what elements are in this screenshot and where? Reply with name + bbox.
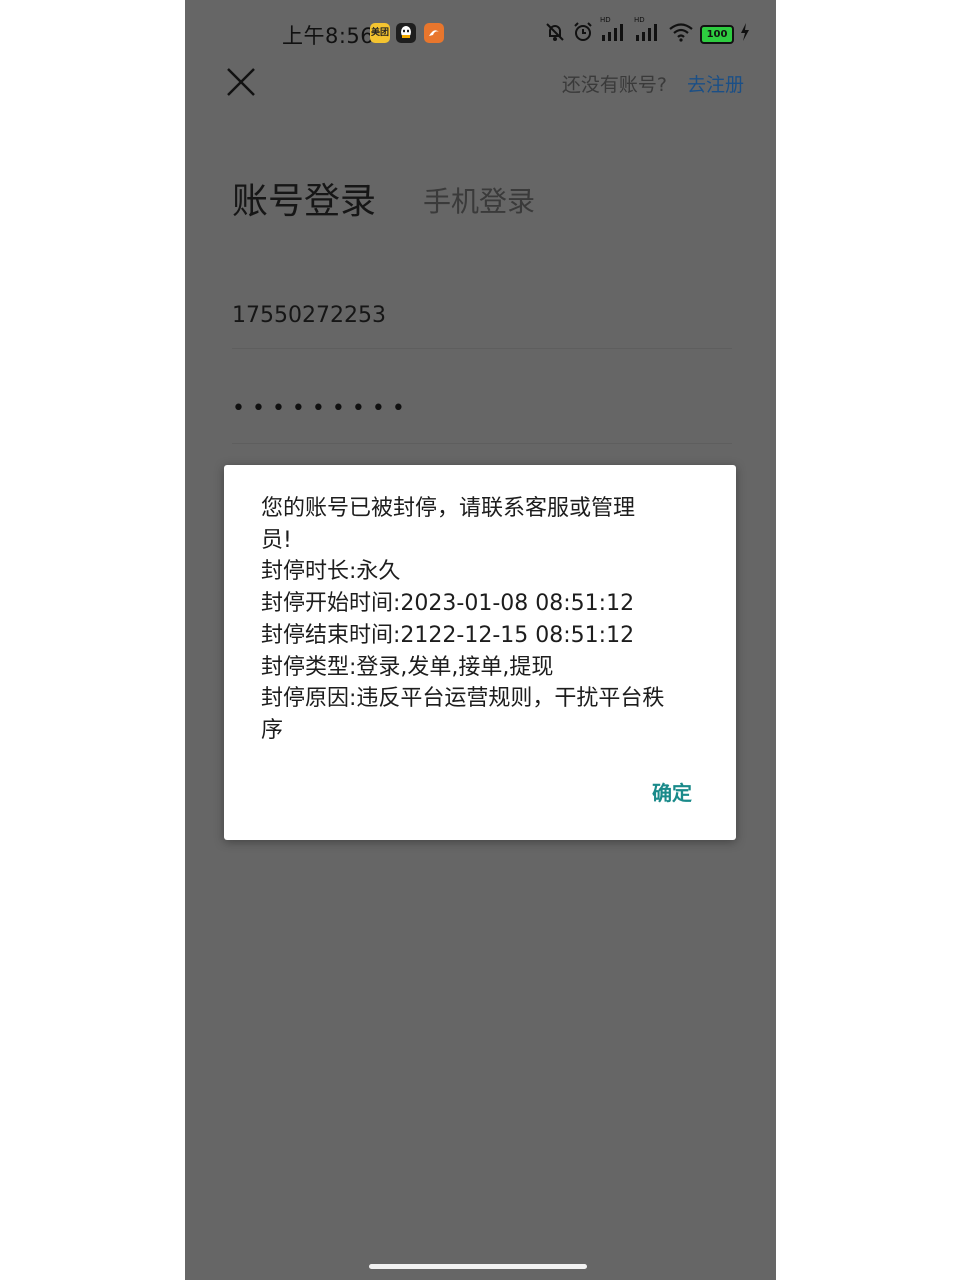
home-indicator[interactable] <box>369 1264 587 1269</box>
phone-screen: 上午8:56 美团 HD HD 100 还没有账号? 去注册 账号登录 手机登录… <box>185 0 776 1280</box>
password-input[interactable]: ••••••••• <box>232 393 732 444</box>
uc-browser-icon <box>424 23 444 43</box>
meituan-icon: 美团 <box>370 23 390 43</box>
qq-icon <box>396 23 416 43</box>
tab-account-login[interactable]: 账号登录 <box>232 172 376 224</box>
status-right-icons: HD HD 100 <box>544 16 750 47</box>
dialog-line: 您的账号已被封停，请联系客服或管理 <box>261 496 636 521</box>
dialog-line: 封停结束时间:2122-12-15 08:51:12 <box>261 622 635 648</box>
dialog-line: 封停时长:永久 <box>261 559 401 585</box>
dialog-line: 序 <box>261 717 284 743</box>
charging-icon <box>740 23 750 45</box>
dialog-line: 封停开始时间:2023-01-08 08:51:12 <box>261 591 635 617</box>
confirm-button[interactable]: 确定 <box>652 777 692 806</box>
hd-label: HD <box>634 16 645 24</box>
tab-phone-login[interactable]: 手机登录 <box>423 180 535 220</box>
account-input[interactable]: 17550272253 <box>232 300 732 349</box>
status-time: 上午8:56 <box>282 24 375 48</box>
mute-icon <box>544 21 566 47</box>
register-prompt: 还没有账号? 去注册 <box>562 70 744 97</box>
dialog-message: 您的账号已被封停，请联系客服或管理 员! 封停时长:永久 封停开始时间:2023… <box>261 493 706 747</box>
dialog-line: 封停原因:违反平台运营规则，干扰平台秩 <box>261 686 665 712</box>
battery-icon: 100 <box>700 24 734 44</box>
dialog-line: 员! <box>261 527 292 553</box>
status-bar: 上午8:56 美团 HD HD 100 <box>185 0 776 66</box>
signal-icon: HD <box>634 16 662 46</box>
alarm-icon <box>572 21 594 47</box>
wifi-icon <box>668 22 694 46</box>
signal-icon: HD <box>600 16 628 46</box>
hd-label: HD <box>600 16 611 24</box>
suspension-dialog: 您的账号已被封停，请联系客服或管理 员! 封停时长:永久 封停开始时间:2023… <box>224 465 736 840</box>
no-account-text: 还没有账号? <box>561 74 667 96</box>
dialog-line: 封停类型:登录,发单,接单,提现 <box>261 654 554 680</box>
close-button[interactable] <box>225 66 257 98</box>
close-icon <box>227 68 255 96</box>
register-link[interactable]: 去注册 <box>687 74 744 96</box>
